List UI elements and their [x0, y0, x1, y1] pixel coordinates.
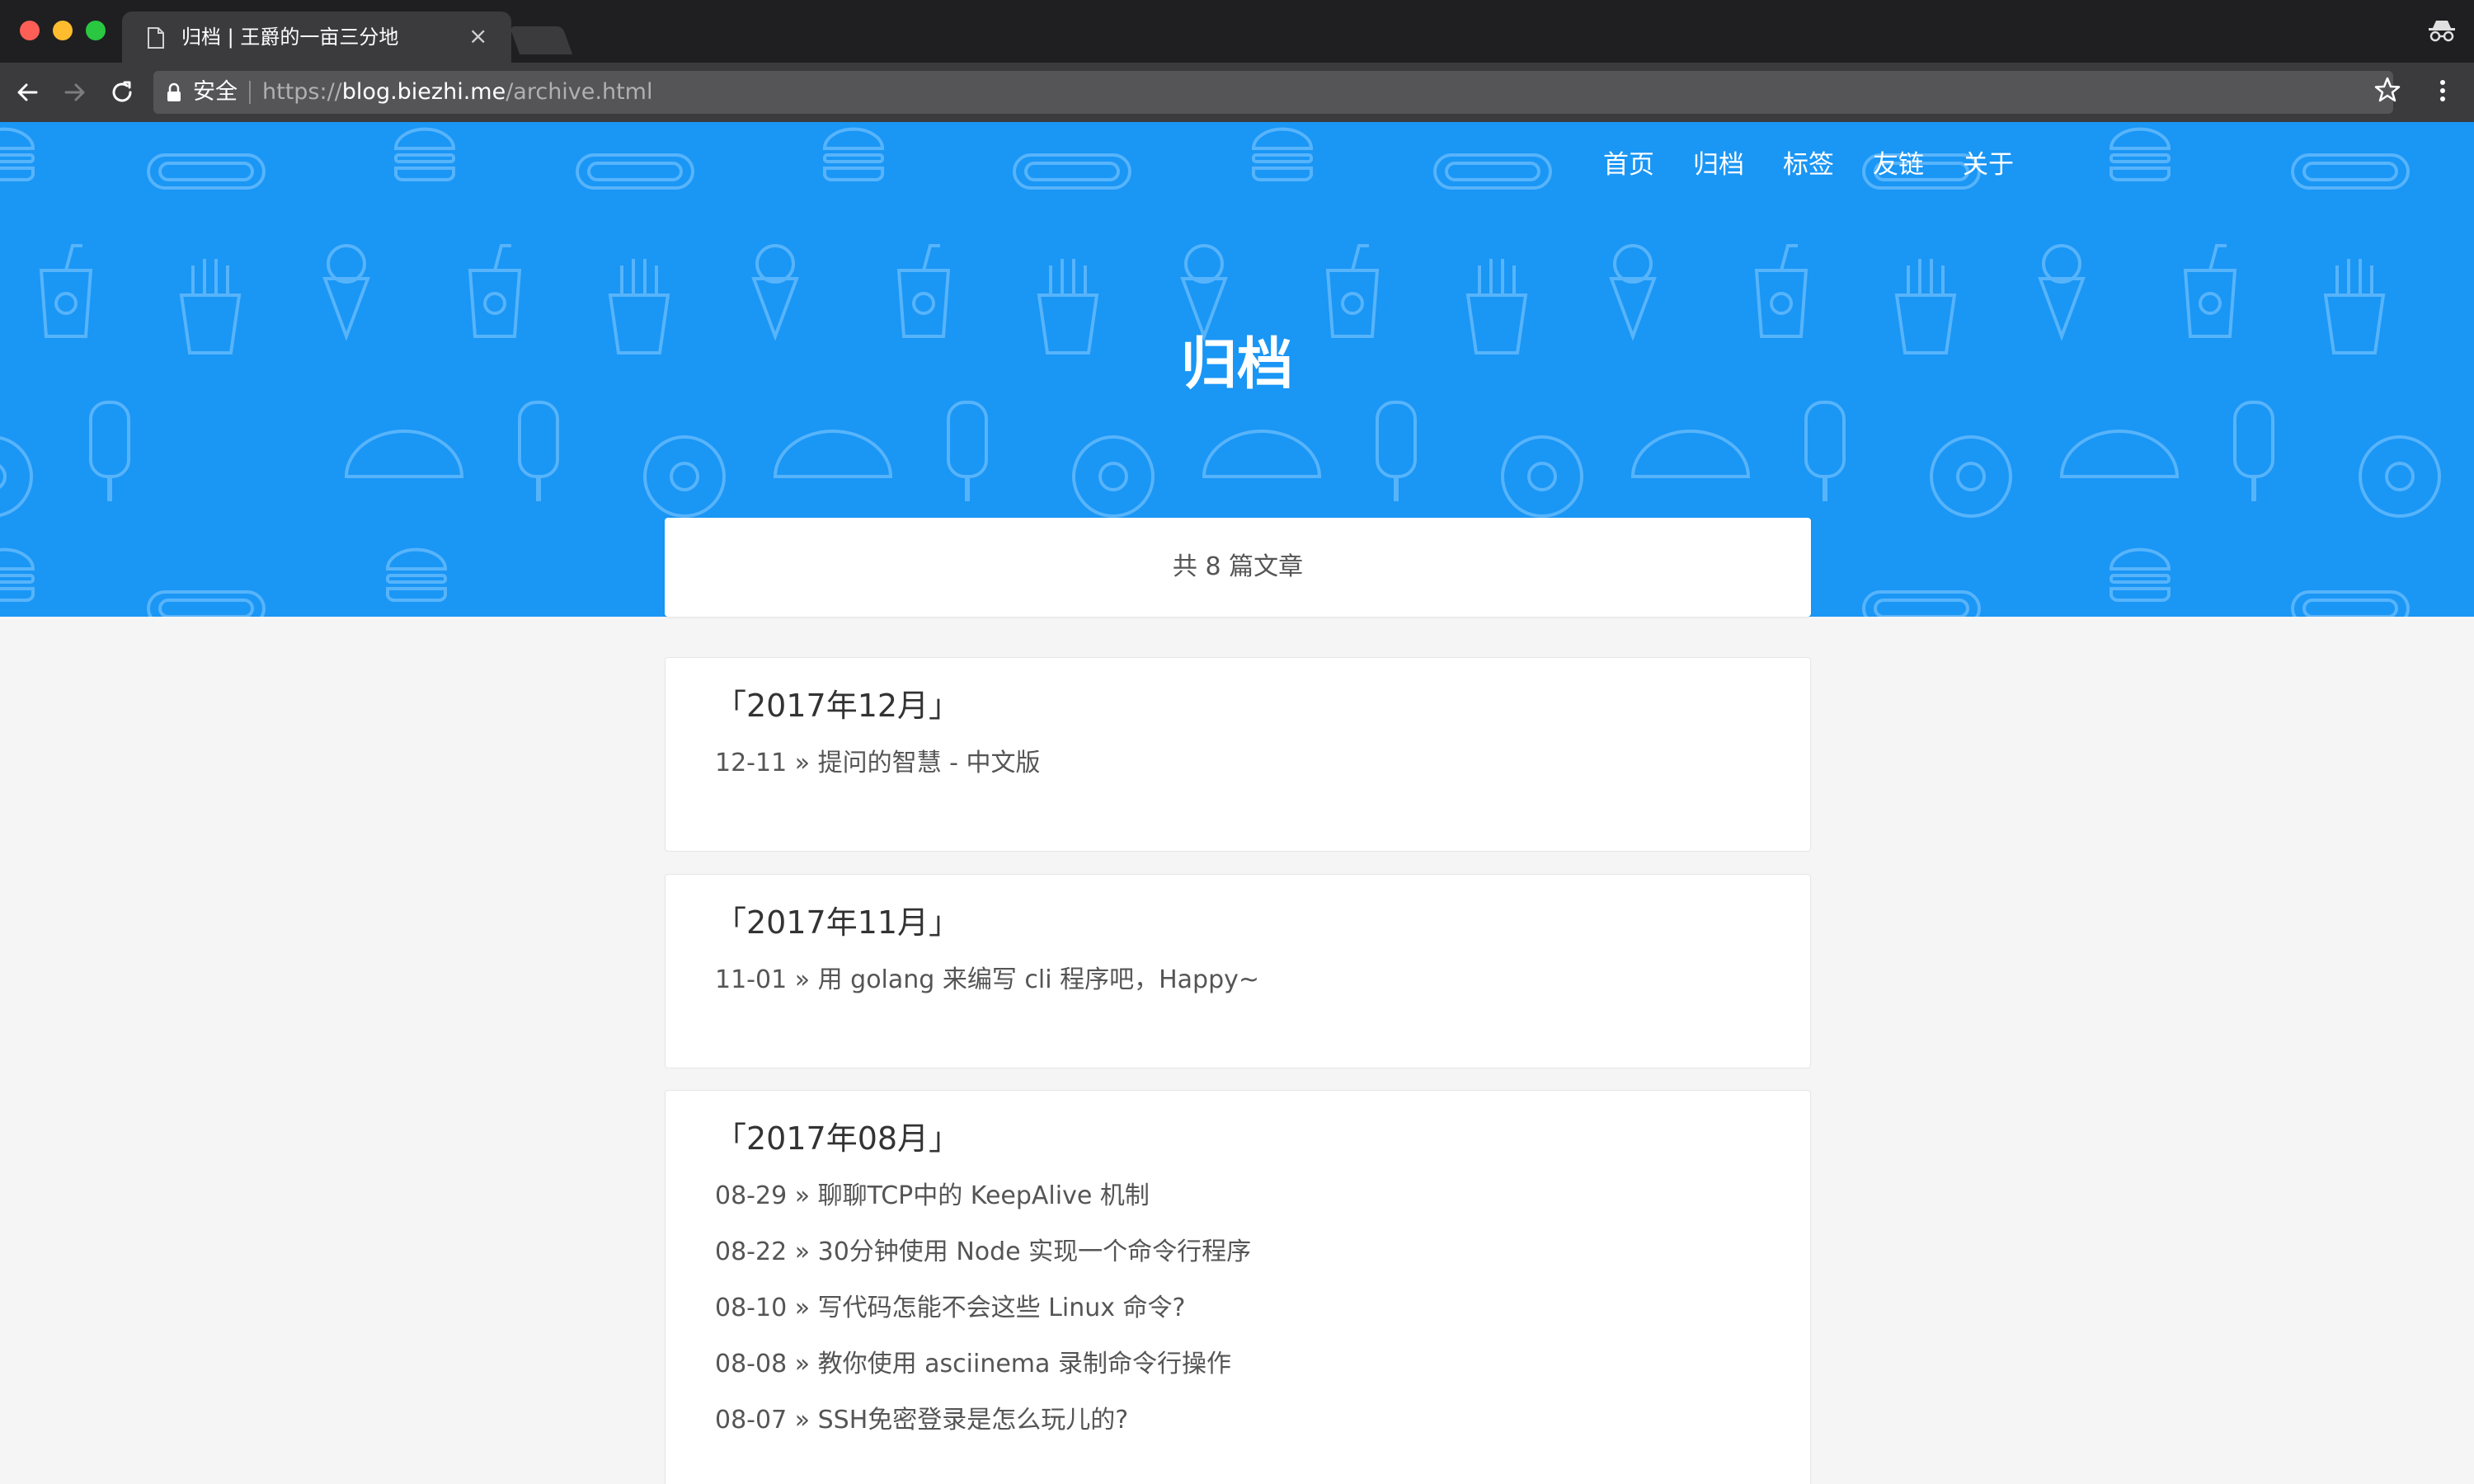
- tab-title: 归档 | 王爵的一亩三分地: [181, 26, 399, 49]
- post-title-link[interactable]: SSH免密登录是怎么玩儿的?: [818, 1406, 1129, 1435]
- archive-card-2017-11: 「2017年11月」 11-01 » 用 golang 来编写 cli 程序吧，…: [665, 874, 1811, 1068]
- nav-tags[interactable]: 标签: [1783, 147, 1834, 183]
- archive-post: 08-29 » 聊聊TCP中的 KeepAlive 机制: [715, 1181, 1150, 1210]
- browser-tab[interactable]: 归档 | 王爵的一亩三分地 ×: [122, 12, 511, 63]
- post-date: 08-07: [715, 1406, 788, 1435]
- nav-archive[interactable]: 归档: [1693, 147, 1744, 183]
- archive-post: 08-08 » 教你使用 asciinema 录制命令行操作: [715, 1350, 1231, 1378]
- post-date: 08-29: [715, 1181, 788, 1210]
- browser-titlebar: 归档 | 王爵的一亩三分地 ×: [0, 0, 2474, 63]
- post-date: 11-01: [715, 965, 788, 994]
- archive-post: 08-07 » SSH免密登录是怎么玩儿的?: [715, 1406, 1129, 1435]
- post-count: 共 8 篇文章: [1172, 552, 1304, 581]
- tab-close-icon[interactable]: ×: [468, 23, 487, 49]
- reload-icon[interactable]: [107, 77, 137, 107]
- archive-month-heading: 「2017年11月」: [715, 904, 961, 941]
- url-host: blog.biezhi.me: [341, 79, 506, 105]
- post-title-link[interactable]: 30分钟使用 Node 实现一个命令行程序: [818, 1237, 1252, 1266]
- post-title-link[interactable]: 聊聊TCP中的 KeepAlive 机制: [818, 1181, 1150, 1210]
- secure-label: 安全: [193, 79, 238, 105]
- post-title-link[interactable]: 提问的智慧 - 中文版: [818, 749, 1041, 777]
- archive-post: 12-11 » 提问的智慧 - 中文版: [715, 749, 1041, 777]
- maximize-window-button[interactable]: [86, 21, 106, 40]
- post-title-link[interactable]: 教你使用 asciinema 录制命令行操作: [818, 1350, 1231, 1378]
- post-date: 08-22: [715, 1237, 788, 1266]
- post-date: 08-08: [715, 1350, 788, 1378]
- menu-icon[interactable]: [2434, 76, 2451, 106]
- url-scheme: https://: [262, 79, 342, 105]
- archive-card-2017-08: 「2017年08月」 08-29 » 聊聊TCP中的 KeepAlive 机制 …: [665, 1090, 1811, 1484]
- post-title-link[interactable]: 用 golang 来编写 cli 程序吧，Happy~: [818, 965, 1259, 994]
- archive-post: 08-22 » 30分钟使用 Node 实现一个命令行程序: [715, 1237, 1252, 1266]
- post-date: 08-10: [715, 1294, 788, 1322]
- archive-post: 08-10 » 写代码怎能不会这些 Linux 命令?: [715, 1294, 1186, 1322]
- nav-about[interactable]: 关于: [1963, 147, 2014, 183]
- archive-month-heading: 「2017年08月」: [715, 1120, 961, 1157]
- nav-home[interactable]: 首页: [1603, 147, 1654, 183]
- lock-icon: [167, 82, 181, 101]
- close-window-button[interactable]: [20, 21, 40, 40]
- page-icon: [148, 27, 164, 49]
- omnibox-divider: [249, 81, 251, 104]
- post-count-card: 共 8 篇文章: [665, 518, 1811, 617]
- forward-icon[interactable]: [59, 77, 89, 107]
- star-icon[interactable]: [2373, 76, 2401, 104]
- post-title-link[interactable]: 写代码怎能不会这些 Linux 命令?: [818, 1294, 1186, 1322]
- post-date: 12-11: [715, 749, 788, 777]
- page-title: 归档: [1180, 332, 1293, 397]
- minimize-window-button[interactable]: [53, 21, 73, 40]
- archive-post: 11-01 » 用 golang 来编写 cli 程序吧，Happy~: [715, 965, 1260, 994]
- incognito-icon: [2429, 21, 2455, 42]
- new-tab-button[interactable]: [509, 26, 573, 54]
- url-text: https://blog.biezhi.me/archive.html: [262, 77, 653, 107]
- archive-month-heading: 「2017年12月」: [715, 688, 961, 724]
- back-icon[interactable]: [13, 77, 43, 107]
- pattern-row-3: [0, 402, 2441, 518]
- url-path: /archive.html: [506, 79, 653, 105]
- browser-toolbar: 安全 https://blog.biezhi.me/archive.html: [0, 63, 2474, 122]
- site-nav: 首页 归档 标签 友链 关于: [1603, 147, 2053, 183]
- nav-links[interactable]: 友链: [1873, 147, 1924, 183]
- archive-card-2017-12: 「2017年12月」 12-11 » 提问的智慧 - 中文版: [665, 657, 1811, 852]
- address-input[interactable]: 安全 https://blog.biezhi.me/archive.html: [153, 71, 2393, 114]
